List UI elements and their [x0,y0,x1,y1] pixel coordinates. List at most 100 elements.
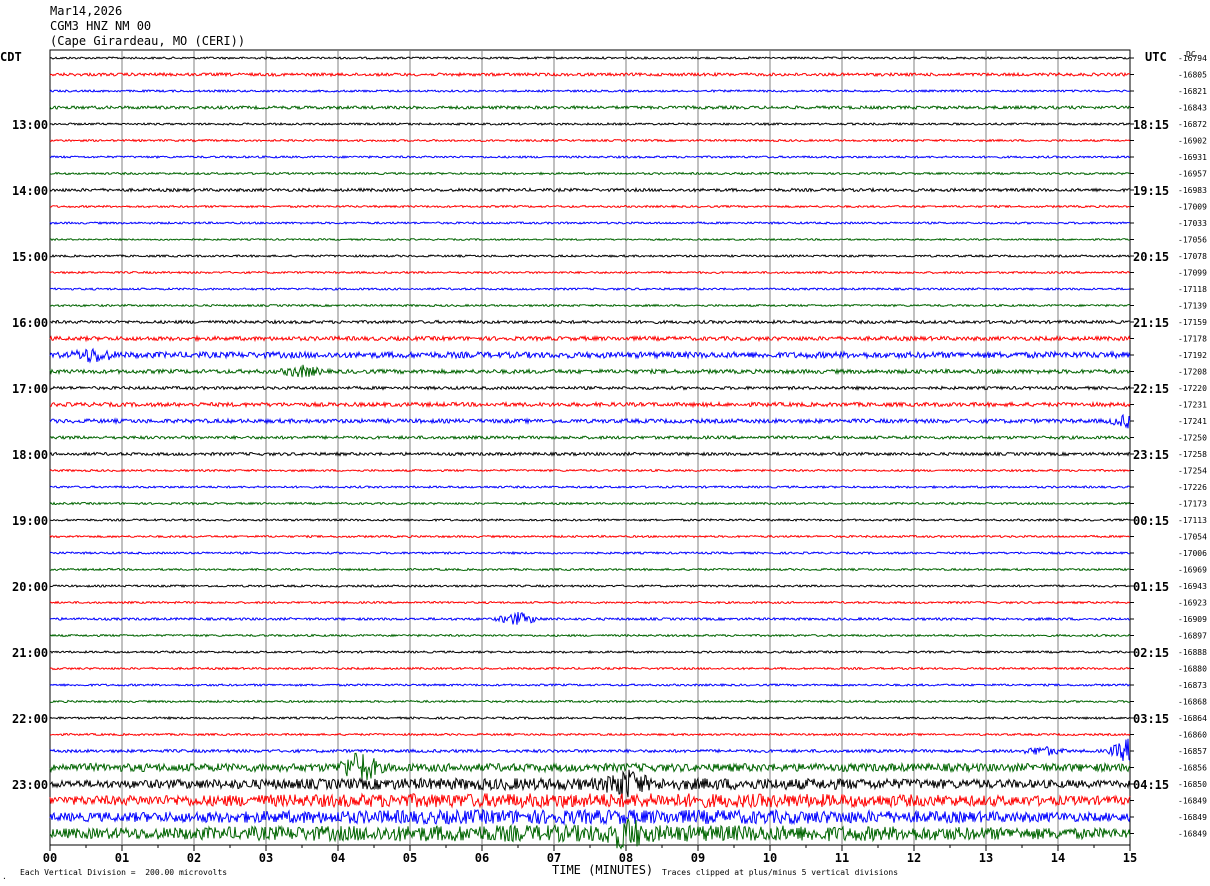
trace-line [49,732,1131,737]
right-hour-label: 23:15 [1133,448,1169,462]
right-hour-label: 04:15 [1133,778,1169,792]
trace-line [49,287,1131,292]
dc-offset-label: -17173 [1178,500,1207,509]
corner-mark: . [2,872,7,881]
trace-line [49,808,1131,826]
trace-line [49,752,1131,781]
x-tick-label: 06 [475,851,489,865]
trace-line [49,468,1131,473]
dc-offset-label: -16880 [1178,665,1207,674]
x-tick-label: 01 [115,851,129,865]
trace-line [49,451,1131,457]
trace-line [50,253,1131,259]
dc-offset-label: -16983 [1178,186,1207,195]
dc-offset-label: -17118 [1178,285,1207,294]
right-hour-label: 22:15 [1133,382,1169,396]
trace-line [49,385,1131,391]
dc-offset-label: -17250 [1178,434,1207,443]
trace-line [49,319,1131,325]
trace-line [49,633,1131,638]
trace-line [49,55,1131,60]
left-hour-label: 14:00 [12,184,48,198]
dc-offset-label: -16864 [1178,714,1207,723]
trace-line [49,347,1131,364]
plot-frame [49,49,1131,846]
trace-line [49,792,1131,810]
right-hour-label: 01:15 [1133,580,1169,594]
division-note: Each Vertical Division = 200.00 microvol… [20,868,228,877]
dc-offset-label: -17178 [1178,335,1207,344]
dc-offset-label: -17078 [1178,252,1207,261]
trace-line [49,88,1130,94]
trace-line [49,334,1131,343]
trace-line [49,237,1131,242]
trace-line [49,818,1131,850]
dc-offset-label: -17254 [1178,467,1207,476]
left-hour-label: 18:00 [12,448,48,462]
x-tick-label: 09 [691,851,705,865]
x-tick-label: 04 [331,851,345,865]
dc-offset-label: -17113 [1178,516,1207,525]
dc-offset-label: -16849 [1178,797,1207,806]
dc-offset-label: -16805 [1178,71,1207,80]
dc-offset-label: -16902 [1178,137,1207,146]
left-hour-label: 20:00 [12,580,48,594]
trace-line [49,567,1131,572]
trace-line [49,550,1130,556]
right-hour-label: 19:15 [1133,184,1169,198]
trace-line [49,221,1131,225]
right-hour-label: 02:15 [1133,646,1169,660]
trace-line [49,413,1131,429]
x-tick-label: 11 [835,851,849,865]
x-tick-label: 00 [43,851,57,865]
trace-line [49,121,1131,127]
dc-offset-label: -17033 [1178,219,1207,228]
x-tick-label: 15 [1123,851,1137,865]
trace-line [49,104,1131,111]
dc-offset-label: -17139 [1178,302,1207,311]
trace-line [49,138,1131,143]
x-axis-title: TIME (MINUTES) [552,863,654,877]
dc-offset-label: -16856 [1178,764,1207,773]
dc-offset-label: -17099 [1178,269,1207,278]
trace-line [49,611,1131,625]
trace-line [49,699,1131,704]
left-hour-label: 17:00 [12,382,48,396]
x-tick-label: 05 [403,851,417,865]
helicorder-plot: 00 01 02 03 04 05 06 07 08 09 10 11 12 13 14 15-16794-1… [12,49,1207,865]
right-hour-label: 00:15 [1133,514,1169,528]
clip-note: Traces clipped at plus/minus 5 vertical … [662,868,899,877]
left-hour-label: 15:00 [12,250,48,264]
dc-offset-label: -17054 [1178,533,1207,542]
trace-line [49,171,1131,176]
trace-line [49,154,1131,159]
dc-offset-label: -16909 [1178,615,1207,624]
left-hour-label: 13:00 [12,118,48,132]
dc-offset-label: -16794 [1178,54,1207,63]
trace-line [49,186,1130,193]
dc-offset-label: -16849 [1178,830,1207,839]
trace-line [49,584,1131,589]
dc-offset-label: -16897 [1178,632,1207,641]
trace-line [49,204,1131,209]
trace-line [49,738,1131,761]
right-hour-label: 21:15 [1133,316,1169,330]
dc-offset-label: -16931 [1178,153,1207,162]
trace-line [49,649,1131,655]
left-hour-label: 23:00 [12,778,48,792]
x-tick-label: 12 [907,851,921,865]
trace-line [49,600,1131,605]
x-tick-label: 13 [979,851,993,865]
dc-offset-label: -17231 [1178,401,1207,410]
dc-offset-label: -16868 [1178,698,1207,707]
dc-offset-label: -17056 [1178,236,1207,245]
left-hour-label: 21:00 [12,646,48,660]
trace-line [50,517,1131,523]
dc-offset-label: -16857 [1178,747,1207,756]
trace-line [49,71,1131,78]
trace-line [49,434,1131,441]
dc-offset-label: -16957 [1178,170,1207,179]
dc-offset-label: -17241 [1178,417,1207,426]
trace-line [49,715,1131,721]
dc-offset-label: -17159 [1178,318,1207,327]
